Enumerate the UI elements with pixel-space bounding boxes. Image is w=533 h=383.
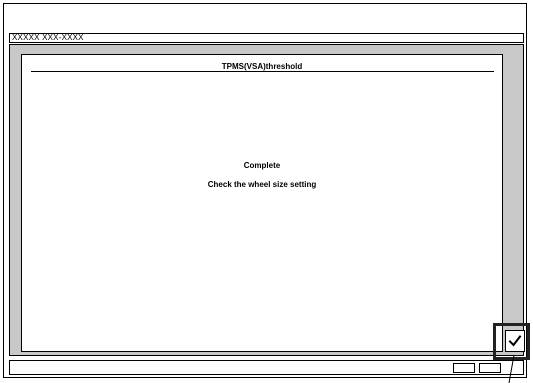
bottom-button-1[interactable] — [453, 363, 475, 373]
dialog-title: TPMS(VSA)threshold — [221, 62, 303, 71]
header-bar: XXXXX XXX-XXXX — [9, 33, 524, 43]
main-panel: TPMS(VSA)threshold Complete Check the wh… — [9, 44, 524, 356]
content-box: TPMS(VSA)threshold Complete Check the wh… — [21, 54, 503, 352]
bottom-bar — [9, 360, 524, 375]
title-divider — [31, 71, 494, 72]
bottom-button-2[interactable] — [479, 363, 501, 373]
checkmark-icon — [508, 335, 522, 347]
status-message: Complete — [243, 161, 281, 170]
header-id-text: XXXXX XXX-XXXX — [12, 33, 84, 42]
confirm-button[interactable] — [505, 330, 525, 352]
instruction-message: Check the wheel size setting — [207, 180, 317, 189]
